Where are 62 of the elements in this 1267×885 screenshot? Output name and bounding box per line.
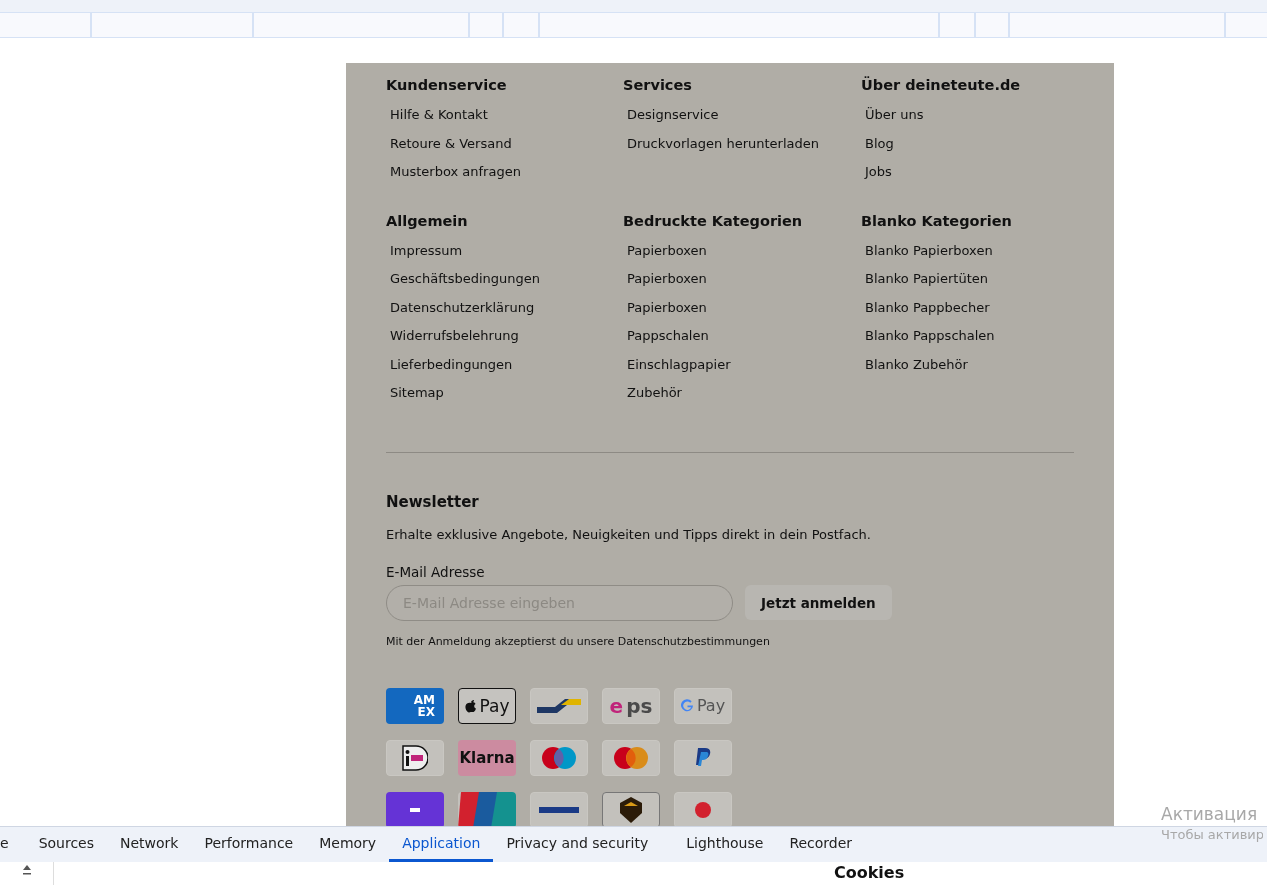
payment-logo — [530, 687, 588, 724]
overlapping-circles-icon — [541, 745, 577, 770]
payment-logo — [458, 791, 516, 826]
activation-title: Активация — [1161, 804, 1259, 824]
footer-link[interactable]: Papierboxen — [627, 271, 861, 300]
footer-link[interactable]: Zubehör — [627, 385, 861, 414]
devtools-tab[interactable]: Network — [107, 827, 192, 862]
footer-link[interactable]: Hilfe & Kontakt — [390, 107, 623, 136]
footer-link[interactable]: Über uns — [865, 107, 1074, 136]
devtools-tab[interactable]: Lighthouse — [673, 827, 777, 862]
footer-link[interactable]: Impressum — [390, 242, 623, 271]
column-heading: Kundenservice — [386, 77, 508, 93]
google-icon — [680, 699, 694, 712]
devtools-tab[interactable]: Performance — [191, 827, 307, 862]
footer-link[interactable]: Papierboxen — [627, 299, 861, 328]
footer-link[interactable]: Druckvorlagen herunterladen — [627, 135, 861, 164]
footer-link[interactable]: Musterbox anfragen — [390, 164, 623, 193]
footer-link[interactable]: Papierboxen — [627, 242, 861, 271]
footer-link[interactable]: Blanko Papiertüten — [865, 271, 1074, 300]
newsletter-heading: Newsletter — [386, 492, 480, 511]
devtools-tab[interactable]: Memory — [306, 827, 390, 862]
shield-icon — [620, 796, 642, 823]
email-label: E-Mail Adresse — [386, 563, 486, 580]
devtools-tab[interactable]: Recorder — [776, 827, 866, 862]
payment-logo: Klarna — [458, 739, 516, 776]
devtools-tab[interactable]: Sources — [25, 827, 107, 862]
column-heading: Allgemein — [386, 212, 469, 229]
footer-link[interactable]: Jobs — [865, 164, 1074, 193]
devtools-tab[interactable]: e — [0, 827, 26, 862]
footer-link[interactable]: Widerrufsbelehrung — [390, 328, 623, 357]
overlapping-circles-icon — [613, 745, 649, 770]
activation-text: Чтобы активир — [1161, 827, 1263, 842]
badge-icon — [695, 801, 711, 818]
payment-logo: AM EX — [386, 687, 444, 724]
footer-link[interactable]: Datenschutzerklärung — [390, 299, 623, 328]
footer-link[interactable]: Retoure & Versand — [390, 135, 623, 164]
footer-link[interactable]: Geschäftsbedingungen — [390, 271, 623, 300]
payment-logo — [386, 739, 444, 776]
devtools-tab[interactable]: Privacy and security — [493, 827, 662, 862]
apple-icon — [464, 698, 477, 713]
panel-heading: Cookies — [834, 862, 905, 884]
footer-link[interactable]: Sitemap — [390, 385, 623, 414]
devtools-tab[interactable]: Application — [389, 827, 494, 862]
payment-logo: Pay — [674, 687, 732, 724]
footer-link[interactable]: Pappschalen — [627, 328, 861, 357]
footer-link[interactable]: Lieferbedingungen — [390, 356, 623, 385]
column-heading: Services — [623, 77, 693, 93]
column-heading: Blanko Kategorien — [861, 212, 1013, 229]
footer-link[interactable]: Blanko Zubehör — [865, 356, 1074, 385]
footer-link[interactable]: Blanko Pappbecher — [865, 299, 1074, 328]
footer-link[interactable]: Blog — [865, 135, 1074, 164]
paypal-icon — [695, 747, 711, 768]
footer-link[interactable]: Designservice — [627, 107, 861, 136]
newsletter-text: Erhalte exklusive Angebote, Neuigkeiten und Tipps direkt in dein Postfach. — [386, 526, 872, 542]
privacy-note: Mit der Anmeldung akzeptierst du unsere Datenschutzbestimmungen — [386, 634, 771, 648]
column-heading: Bedruckte Kategorien — [623, 212, 804, 229]
subscribe-button[interactable]: Jetzt anmelden — [745, 585, 892, 620]
footer-link[interactable]: Blanko Pappschalen — [865, 328, 1074, 357]
payment-logo: Pay — [458, 687, 516, 724]
column-heading: Über deineteute.de — [861, 77, 1022, 93]
footer-link[interactable]: Blanko Papierboxen — [865, 242, 1074, 271]
footer-link[interactable]: Einschlagpapier — [627, 356, 861, 385]
